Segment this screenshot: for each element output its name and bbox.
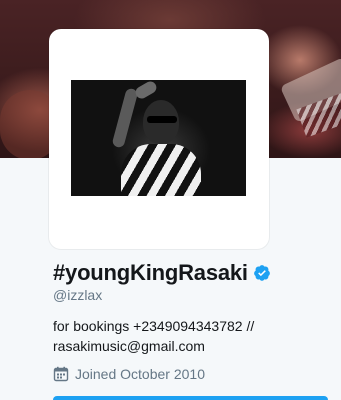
avatar-photo xyxy=(71,80,246,196)
handle[interactable]: @izzlax xyxy=(53,287,102,303)
photo-detail xyxy=(121,144,201,196)
follow-button[interactable] xyxy=(53,396,328,400)
photo-detail xyxy=(147,116,177,123)
bio-line: for bookings +2349094343782 // xyxy=(53,318,255,334)
display-name[interactable]: #youngKingRasaki xyxy=(53,260,248,286)
name-row: #youngKingRasaki xyxy=(53,260,271,286)
verified-badge-icon[interactable] xyxy=(253,264,271,282)
joined-date: Joined October 2010 xyxy=(53,366,205,382)
calendar-icon xyxy=(53,366,69,382)
joined-text: Joined October 2010 xyxy=(75,366,205,382)
bio: for bookings +2349094343782 // rasakimus… xyxy=(53,316,323,356)
profile-avatar[interactable] xyxy=(49,29,269,249)
photo-detail xyxy=(133,80,159,101)
bio-email[interactable]: rasakimusic@gmail.com xyxy=(53,336,323,356)
photo-detail xyxy=(111,87,139,149)
